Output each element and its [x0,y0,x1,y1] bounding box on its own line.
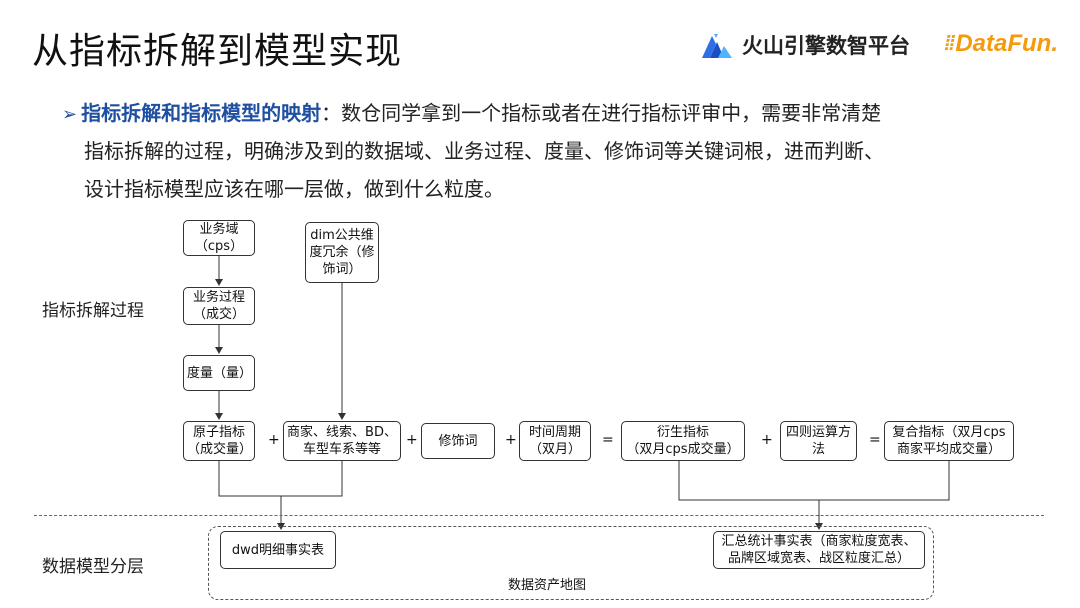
plus-operator: + [505,432,517,448]
box-measure: 度量（量） [183,355,255,391]
box-atomic-metric: 原子指标 （成交量） [183,421,255,461]
box-business-process: 业务过程 （成交） [183,287,255,325]
box-modifier: 修饰词 [421,423,495,459]
plus-operator: + [761,432,773,448]
box-arithmetic: 四则运算方 法 [780,421,857,461]
box-composite-metric: 复合指标（双月cps 商家平均成交量） [884,421,1014,461]
equals-operator: = [869,432,881,448]
equals-operator: = [602,432,614,448]
connector-lines [215,256,950,530]
bracket-derived-composite [678,461,950,501]
box-merchant-dims: 商家、线索、BD、 车型车系等等 [283,421,401,461]
box-business-domain: 业务域 （cps） [183,220,255,256]
plus-operator: + [268,432,280,448]
box-summary-fact-table: 汇总统计事实表（商家粒度宽表、 品牌区域宽表、战区粒度汇总） [713,531,925,569]
box-derived-metric: 衍生指标 （双月cps成交量） [621,421,745,461]
data-asset-map-label: 数据资产地图 [508,578,587,593]
box-dim-redundancy: dim公共维 度冗余（修 饰词） [305,222,379,283]
bracket-atomic-merchant [218,461,343,497]
section-divider [34,515,1044,516]
box-dwd-fact-table: dwd明细事实表 [220,531,336,569]
box-time-period: 时间周期 （双月） [519,421,591,461]
plus-operator: + [406,432,418,448]
